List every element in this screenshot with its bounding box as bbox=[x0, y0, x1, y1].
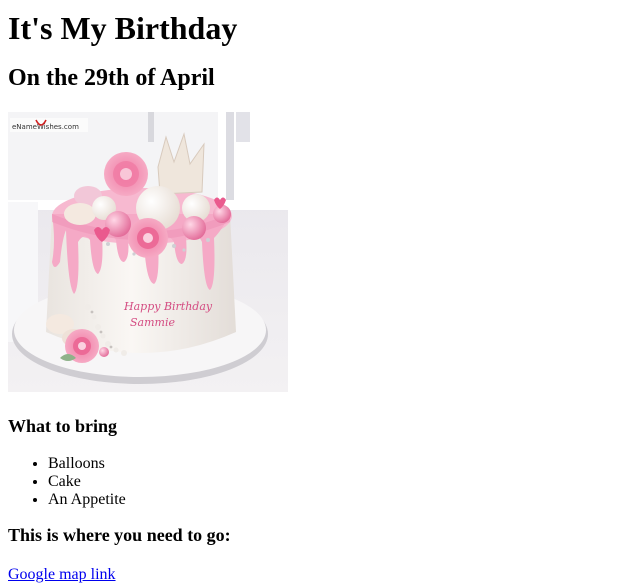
page-title: It's My Birthday bbox=[8, 10, 238, 46]
cake-lettering-line2: Sammie bbox=[130, 316, 175, 329]
list-item-appetite: An Appetite bbox=[48, 491, 622, 509]
list-item-cake: Cake bbox=[48, 473, 622, 491]
location-heading: This is where you need to go: bbox=[8, 525, 231, 545]
cake-lettering-line1: Happy Birthday bbox=[123, 300, 213, 313]
birthday-cake-image: Happy Birthday Sammie eNameWishes.com bbox=[8, 112, 288, 392]
date-heading: On the 29th of April bbox=[8, 65, 215, 91]
cake-illustration: Happy Birthday Sammie eNameWishes.com bbox=[8, 112, 288, 392]
watermark-text: eNameWishes.com bbox=[12, 123, 79, 131]
bring-heading: What to bring bbox=[8, 416, 118, 436]
bring-list: Balloons Cake An Appetite bbox=[8, 455, 622, 509]
page-body: It's My Birthday On the 29th of April Ha… bbox=[0, 10, 630, 584]
list-item-balloons: Balloons bbox=[48, 455, 622, 473]
google-map-link[interactable]: Google map link bbox=[8, 566, 116, 584]
